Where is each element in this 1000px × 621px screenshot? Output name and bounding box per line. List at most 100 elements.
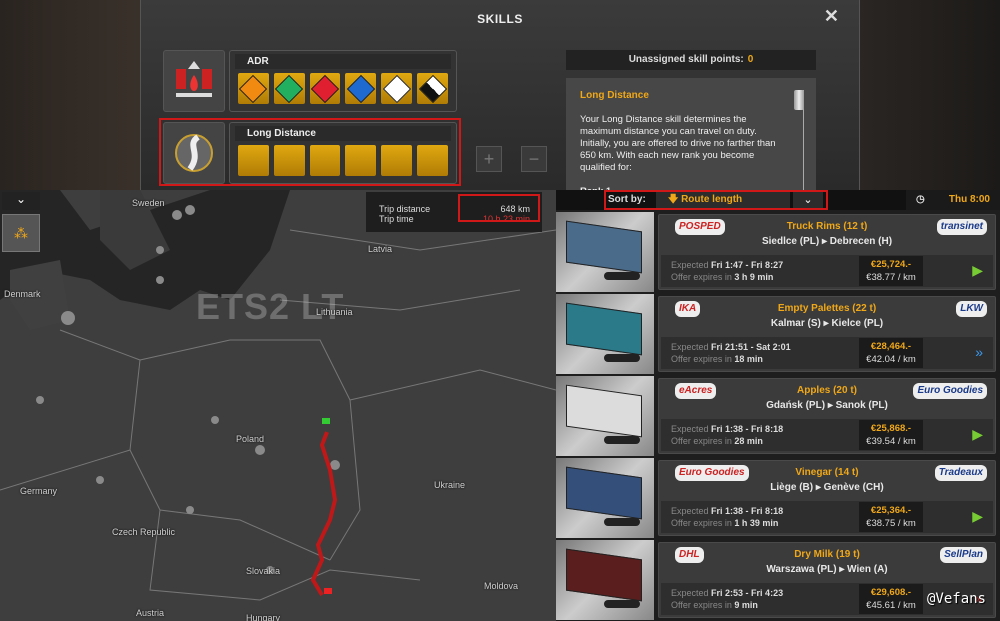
accept-job-icon[interactable]: » (975, 344, 983, 360)
expected-time: Fri 1:38 - Fri 8:18 (711, 424, 784, 434)
map-filter-button[interactable]: ⁂ (2, 214, 40, 252)
expires-time: 9 min (734, 600, 758, 610)
adr-icon (163, 50, 225, 112)
arrow-icon: ▸ (827, 400, 833, 411)
accept-job-icon[interactable]: ▶ (972, 508, 983, 525)
job-offer-row[interactable]: Euro Goodies Vinegar (14 t) Liège (B) ▸ … (556, 458, 1000, 538)
expires-time: 3 h 9 min (734, 272, 774, 282)
job-offer-row[interactable]: DHL Dry Milk (19 t) Warszawa (PL) ▸ Wien… (556, 540, 1000, 620)
map-label: Denmark (4, 289, 41, 299)
route: Gdańsk (PL) ▸ Sanok (PL) (659, 400, 995, 411)
arrow-icon: ▸ (821, 236, 828, 247)
job-offer-row[interactable]: POSPED Truck Rims (12 t) Siedlce (PL) ▸ … (556, 212, 1000, 292)
route: Liège (B) ▸ Genève (CH) (659, 482, 995, 493)
skill-description: Long Distance Your Long Distance skill d… (566, 78, 816, 197)
expected-time: Fri 21:51 - Sat 2:01 (711, 342, 791, 352)
hazard-diamond-icon (310, 74, 340, 103)
accept-job-icon[interactable]: ▶ (972, 262, 983, 279)
highlight-box (159, 118, 461, 186)
target-company-logo: transinet (936, 219, 987, 235)
price-box: €25,364.- €38.75 / km (859, 502, 923, 532)
map-label: Austria (136, 608, 165, 618)
adr-class-slot[interactable] (238, 73, 269, 104)
route-from: Gdańsk (PL) (766, 400, 826, 411)
route-from: Siedlce (PL) (761, 236, 820, 247)
price: €29,608.- (870, 587, 912, 598)
job-card[interactable]: IKA Empty Palettes (22 t) Kalmar (S) ▸ K… (658, 296, 996, 372)
remove-skill-button[interactable]: − (521, 146, 547, 172)
add-skill-button[interactable]: + (476, 146, 502, 172)
job-times: Expected Fri 21:51 - Sat 2:01 Offer expir… (671, 341, 791, 365)
target-company-logo: Euro Goodies (913, 383, 987, 399)
hazard-diamond-icon (418, 74, 447, 103)
hazard-diamond-icon (382, 74, 411, 103)
job-card[interactable]: POSPED Truck Rims (12 t) Siedlce (PL) ▸ … (658, 214, 996, 290)
route-to: Debrecen (H) (829, 236, 893, 247)
job-card[interactable]: eAcres Apples (20 t) Gdańsk (PL) ▸ Sanok… (658, 378, 996, 454)
job-times: Expected Fri 1:38 - Fri 8:18 Offer expire… (671, 423, 783, 447)
adr-class-slot[interactable] (309, 73, 341, 104)
highlight-box (458, 194, 540, 222)
unassigned-points: Unassigned skill points: 0 (566, 50, 816, 70)
map-label: Poland (236, 434, 265, 444)
job-times: Expected Fri 1:38 - Fri 8:18 Offer expire… (671, 505, 783, 529)
map-label: Slovakia (246, 566, 281, 576)
route-to: Wien (A) (847, 564, 888, 575)
expires-label: Offer expires in (671, 600, 732, 610)
job-times: Expected Fri 2:53 - Fri 4:23 Offer expire… (671, 587, 783, 611)
map-label: Lithuania (316, 307, 353, 317)
expected-label: Expected (671, 342, 709, 352)
expected-time: Fri 1:47 - Fri 8:27 (711, 260, 784, 270)
close-icon[interactable]: ✕ (824, 6, 839, 27)
map-label: Latvia (368, 244, 393, 254)
job-offer-row[interactable]: eAcres Apples (20 t) Gdańsk (PL) ▸ Sanok… (556, 376, 1000, 456)
job-card[interactable]: Euro Goodies Vinegar (14 t) Liège (B) ▸ … (658, 460, 996, 536)
hazard-diamond-icon (275, 74, 304, 103)
hazard-diamond-icon (346, 74, 376, 103)
job-times: Expected Fri 1:47 - Fri 8:27 Offer expire… (671, 259, 783, 283)
trip-time-label: Trip time (379, 214, 414, 224)
map-label: Czech Republic (112, 527, 176, 537)
description-text: Your Long Distance skill determines the … (580, 114, 776, 173)
description-heading: Long Distance (580, 90, 649, 101)
highlight-box (604, 190, 828, 210)
expires-time: 28 min (734, 436, 763, 446)
price-per-km: €45.61 / km (866, 600, 916, 611)
expected-label: Expected (671, 424, 709, 434)
route-to: Sanok (PL) (835, 400, 888, 411)
route-map[interactable]: ETS2 LT Sweden Latvia Denmark Lithuania … (0, 190, 556, 621)
cargo: Empty Palettes (22 t) (777, 303, 877, 314)
price: €28,464.- (870, 341, 912, 352)
target-company-logo: Tradeaux (934, 465, 987, 481)
price: €25,724.- (870, 259, 912, 270)
map-label: Germany (20, 486, 58, 496)
job-offer-row[interactable]: IKA Empty Palettes (22 t) Kalmar (S) ▸ K… (556, 294, 1000, 374)
expected-label: Expected (671, 506, 709, 516)
arrow-icon: ▸ (823, 318, 829, 329)
adr-class-slot[interactable] (381, 73, 413, 104)
expires-label: Offer expires in (671, 436, 732, 446)
route-to: Kielce (PL) (831, 318, 884, 329)
scrollbar[interactable] (794, 90, 804, 190)
expires-time: 18 min (734, 354, 763, 364)
unassigned-label: Unassigned skill points: (628, 54, 744, 65)
expires-label: Offer expires in (671, 354, 732, 364)
expected-time: Fri 2:53 - Fri 4:23 (711, 588, 784, 598)
collapse-map-button[interactable]: ⌄ (2, 192, 40, 210)
map-label: Sweden (132, 198, 165, 208)
price-box: €25,868.- €39.54 / km (859, 420, 923, 450)
price-per-km: €38.75 / km (866, 518, 916, 529)
trailer-image (556, 458, 654, 538)
adr-class-slot[interactable] (345, 73, 377, 104)
adr-class-slot[interactable] (273, 73, 305, 104)
expires-time: 1 h 39 min (734, 518, 779, 528)
accept-job-icon[interactable]: ▶ (972, 426, 983, 443)
adr-label: ADR (235, 54, 451, 69)
expected-label: Expected (671, 260, 709, 270)
adr-class-slot[interactable] (417, 73, 448, 104)
map-label: Hungary (246, 613, 281, 621)
price: €25,364.- (870, 505, 912, 516)
trailer-image (556, 540, 654, 620)
price-per-km: €42.04 / km (866, 354, 916, 365)
route-from: Kalmar (S) (770, 318, 821, 329)
